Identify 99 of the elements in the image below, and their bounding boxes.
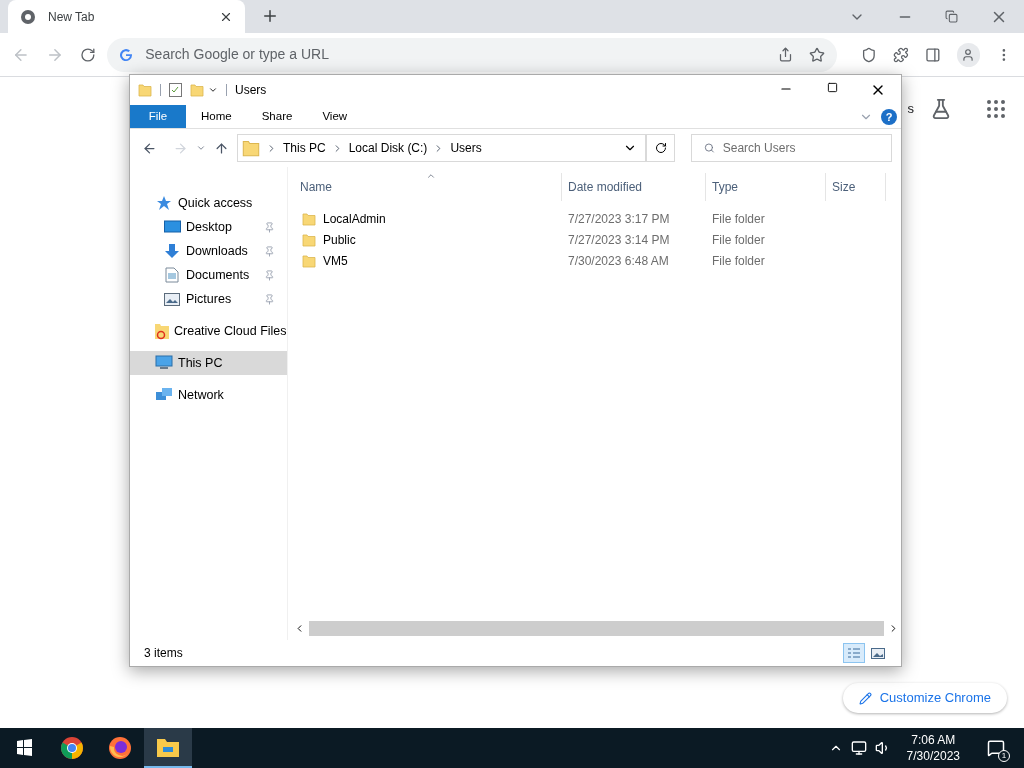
status-text: 3 items [144, 645, 183, 662]
back-icon[interactable] [142, 140, 157, 156]
speech-bubble-icon [987, 739, 1005, 757]
column-header[interactable]: Date modified [562, 173, 706, 201]
ribbon-tab[interactable]: View [307, 105, 363, 128]
network-icon[interactable] [850, 740, 867, 756]
column-header[interactable]: Type [706, 173, 826, 201]
date-cell-text: 7/27/2023 3:17 PM [567, 210, 671, 228]
nav-label: This PC [178, 354, 224, 372]
nav-label: Pictures [186, 290, 233, 308]
apps-grid-icon[interactable] [984, 97, 1008, 121]
file-name[interactable]: VM5 [323, 251, 348, 270]
bookmark-star-icon[interactable] [809, 46, 826, 63]
date-cell-text: 7/27/2023 3:14 PM [567, 231, 671, 249]
type-cell-text: File folder [711, 231, 766, 249]
folder-icon [138, 83, 152, 97]
file-name[interactable]: LocalAdmin [323, 209, 386, 228]
breadcrumb[interactable]: Users [450, 139, 482, 157]
pencil-icon [858, 691, 872, 705]
clock-date[interactable]: 7/30/2023 [906, 748, 960, 764]
nav-label: Network [178, 386, 225, 404]
extensions-icon[interactable] [893, 46, 909, 63]
help-button[interactable]: ? [881, 108, 897, 125]
nav-label: Desktop [186, 218, 233, 236]
nav-label: Quick access [178, 194, 254, 212]
taskbar-app[interactable] [144, 728, 192, 768]
image-icon [164, 292, 180, 306]
file-name[interactable]: Public [323, 230, 356, 249]
new-folder-icon [190, 83, 204, 97]
nav-item[interactable]: Desktop [130, 215, 287, 239]
scrollbar-thumb[interactable] [309, 621, 884, 636]
fox-globe-icon [108, 736, 132, 760]
folder-icon [302, 211, 316, 226]
browser-tab[interactable]: New Tab [8, 0, 245, 33]
nav-label: Downloads [186, 242, 249, 260]
refresh-icon [654, 142, 667, 154]
details-list-icon [847, 647, 861, 659]
search-box[interactable]: Search Users [691, 134, 892, 162]
nav-item[interactable]: Downloads [130, 239, 287, 263]
cloud-folder-icon [154, 322, 170, 340]
profile-avatar[interactable] [956, 42, 981, 67]
shield-icon[interactable] [861, 46, 878, 63]
download-arrow-icon [164, 243, 180, 259]
google-g-icon [119, 47, 134, 62]
tab-title: New Tab [48, 8, 96, 26]
new-tab-icon[interactable] [261, 7, 279, 25]
notification-button[interactable]: 1 [976, 728, 1016, 768]
large-icons-view-button[interactable] [869, 645, 887, 661]
nav-item[interactable]: Documents [130, 263, 287, 287]
star-icon [156, 195, 172, 211]
address-bar[interactable]: This PC Local Disk (C:) Users [237, 134, 646, 162]
column-header[interactable]: Size [826, 173, 886, 201]
computer-icon [155, 355, 173, 371]
nav-label: Documents [186, 266, 251, 284]
flask-icon[interactable] [930, 98, 952, 120]
date-cell-text: 7/30/2023 6:48 AM [567, 252, 670, 270]
properties-icon[interactable] [169, 83, 182, 97]
notification-count: 1 [998, 750, 1010, 762]
breadcrumb[interactable]: Local Disk (C:) [348, 139, 428, 157]
ribbon-tab[interactable]: File [130, 105, 186, 128]
breadcrumb[interactable]: This PC [283, 139, 326, 157]
column-header[interactable]: Name [294, 173, 562, 201]
nav-item[interactable]: Pictures [130, 287, 287, 311]
desktop-icon [163, 220, 181, 234]
omnibox-field[interactable]: Search Google or type a URL [145, 44, 779, 65]
share-icon[interactable] [778, 47, 794, 62]
restore-icon[interactable] [945, 10, 958, 23]
ribbon-tab[interactable]: Home [186, 105, 247, 128]
network-icon [155, 387, 173, 403]
images-link[interactable]: s [907, 99, 914, 119]
sort-indicator-icon [426, 171, 436, 181]
nav-item[interactable]: Network [130, 383, 287, 407]
omnibox[interactable]: Search Google or type a URL [107, 37, 838, 72]
nav-label: Creative Cloud Files [174, 322, 287, 340]
customize-chrome-button[interactable]: Customize Chrome [842, 683, 1007, 713]
folder-icon [302, 232, 316, 247]
window-title: Users [235, 82, 267, 99]
nav-item[interactable]: Creative Cloud Files [130, 319, 287, 343]
type-cell-text: File folder [711, 252, 766, 270]
clock-time[interactable]: 7:06 AM [911, 732, 956, 748]
type-cell-text: File folder [711, 210, 766, 228]
side-panel-icon[interactable] [924, 46, 941, 63]
reload-icon[interactable] [79, 46, 96, 63]
ribbon-tab[interactable]: Share [246, 105, 308, 128]
customize-toolbar-icon[interactable] [208, 85, 218, 95]
document-icon [165, 267, 179, 283]
search-field[interactable]: Search Users [722, 139, 879, 157]
chrome-logo-icon [20, 8, 36, 25]
folder-icon [242, 139, 260, 157]
refresh-button[interactable] [646, 134, 675, 162]
chrome-logo-icon [60, 736, 84, 760]
nav-item[interactable]: This PC [130, 351, 287, 375]
image-icon [871, 647, 885, 659]
folder-icon [156, 736, 180, 758]
folder-icon [302, 253, 316, 268]
nav-item[interactable]: Quick access [130, 191, 287, 215]
up-icon[interactable] [214, 140, 229, 156]
maximize-icon[interactable] [826, 82, 838, 93]
search-icon [704, 142, 715, 154]
